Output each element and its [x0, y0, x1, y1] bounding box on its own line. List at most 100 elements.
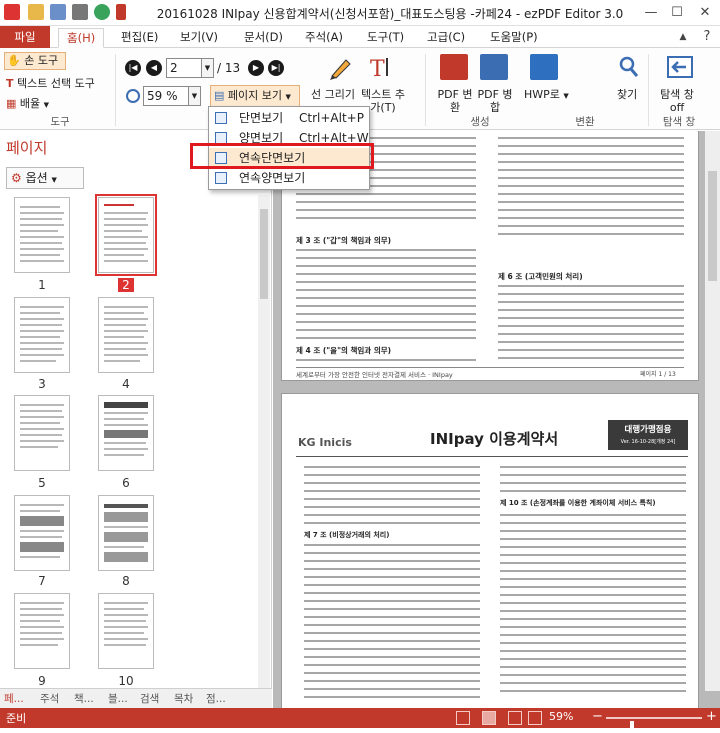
- svg-text:T: T: [370, 57, 385, 80]
- minimize-button[interactable]: —: [638, 2, 664, 24]
- page-thumbnail[interactable]: [98, 395, 154, 471]
- first-page-icon[interactable]: |◀: [125, 60, 141, 76]
- section-heading: 제 10 조 (손정계좌를 이용한 계좌이체 서비스 특칙): [500, 499, 656, 507]
- window-title: 20161028 INIpay 신용합계약서(신청서포함)_대표도스팅용 -카페…: [156, 7, 624, 21]
- group-separator: [115, 54, 116, 126]
- continuous-view-icon[interactable]: [482, 711, 496, 725]
- tab-blocks[interactable]: 블...: [108, 691, 128, 707]
- save-icon[interactable]: [50, 4, 66, 20]
- single-page-icon: [215, 112, 227, 124]
- ribbon-collapse-icon[interactable]: ▲: [670, 26, 696, 48]
- menu-item-single-page[interactable]: 단면보기 Ctrl+Alt+P: [209, 108, 369, 128]
- tab-annotations[interactable]: 주석: [40, 691, 59, 707]
- tab-toc[interactable]: 목차: [174, 691, 193, 707]
- text-cursor-icon: T: [6, 77, 14, 90]
- single-page-view-icon[interactable]: [456, 711, 470, 725]
- fit-width-icon[interactable]: [528, 711, 542, 725]
- maximize-button[interactable]: ☐: [664, 2, 690, 24]
- page-thumbnail-selected[interactable]: [95, 194, 157, 276]
- thumbnail-label: 4: [122, 377, 130, 391]
- tab-file[interactable]: 파일(F): [0, 26, 50, 66]
- menu-item-continuous-two[interactable]: 연속양면보기: [209, 168, 369, 188]
- arrange-button[interactable]: ▦ 배율 ▼: [6, 95, 49, 111]
- thumbnail-label: 6: [122, 476, 130, 490]
- page-thumbnail[interactable]: [14, 197, 70, 273]
- ribbon-tabs: 파일(F) 홈(H) 편집(E) 보기(V) 문서(D) 주석(A) 도구(T)…: [0, 26, 720, 66]
- tab-edit[interactable]: 편집(E): [113, 28, 166, 48]
- panel-title: 페이지: [6, 139, 48, 157]
- nav-group-label: 탐색 창: [662, 116, 696, 128]
- panel-scrollbar[interactable]: [258, 195, 270, 695]
- thumbnail-label-selected: 2: [118, 278, 134, 292]
- page-view-label: 페이지 보기: [227, 89, 283, 102]
- page-thumbnail[interactable]: [14, 495, 70, 571]
- document-scrollbar[interactable]: [705, 131, 720, 691]
- line-draw-button[interactable]: 선 그리기: [311, 88, 355, 101]
- thumbnail-label: 7: [38, 574, 46, 588]
- zoom-slider[interactable]: [606, 717, 702, 733]
- scrollbar-thumb[interactable]: [708, 171, 717, 281]
- tab-points[interactable]: 점...: [206, 691, 226, 707]
- page-thumbnail[interactable]: [14, 593, 70, 669]
- prev-page-icon[interactable]: ◀: [146, 60, 162, 76]
- tab-bookmarks[interactable]: 책...: [74, 691, 94, 707]
- menu-item-shortcut: Ctrl+Alt+P: [299, 111, 364, 125]
- nav-pane-off-button[interactable]: 탐색 창 off: [654, 88, 700, 114]
- page-number-input[interactable]: 2: [166, 58, 202, 78]
- hwp-convert-button[interactable]: HWP로 ▼: [524, 88, 569, 103]
- chevron-down-icon: ▼: [43, 101, 50, 109]
- tab-document[interactable]: 문서(D): [236, 28, 291, 48]
- two-page-view-icon[interactable]: [508, 711, 522, 725]
- tab-search[interactable]: 검색: [140, 691, 159, 707]
- tab-home[interactable]: 홈(H): [58, 28, 105, 48]
- options-label: 옵션: [25, 171, 48, 185]
- close-button[interactable]: ✕: [692, 2, 718, 24]
- zoom-out-icon[interactable]: [126, 89, 140, 103]
- tab-help[interactable]: 도움말(P): [482, 28, 546, 48]
- page-thumbnail[interactable]: [98, 593, 154, 669]
- pdf-convert-button[interactable]: PDF 변환: [437, 88, 473, 114]
- group-separator: [648, 54, 649, 126]
- zoom-slider-knob[interactable]: [629, 721, 634, 733]
- options-button[interactable]: ⚙ 옵션 ▼: [6, 167, 84, 189]
- page-number-footer: 페이지 1 / 13: [640, 371, 676, 378]
- zoom-input[interactable]: 59 %: [143, 86, 189, 106]
- scrollbar-thumb[interactable]: [260, 209, 268, 299]
- title-bar: 20161028 INIpay 신용합계약서(신청서포함)_대표도스팅용 -카페…: [0, 0, 720, 26]
- tab-tools[interactable]: 도구(T): [359, 28, 412, 48]
- text-select-button[interactable]: T 텍스트 선택 도구: [6, 75, 95, 91]
- document-view[interactable]: 제 3 조 ("갑"의 책임과 의무) 제 6 조 (고객민원의 처리) 제 4…: [273, 131, 720, 708]
- status-zoom: 59%: [549, 710, 574, 723]
- gear-icon: ⚙: [11, 171, 22, 185]
- arrange-icon: ▦: [6, 97, 17, 110]
- hand-tool-button[interactable]: ✋ 손 도구: [4, 52, 66, 70]
- thumbnail-label: 3: [38, 377, 46, 391]
- zoom-out-icon[interactable]: −: [592, 709, 603, 724]
- zoom-in-icon[interactable]: +: [706, 709, 717, 724]
- last-page-icon[interactable]: ▶|: [268, 60, 284, 76]
- status-text: 준비: [6, 712, 27, 725]
- tab-annotate[interactable]: 주석(A): [297, 28, 351, 48]
- customize-icon[interactable]: [116, 4, 126, 20]
- tab-advanced[interactable]: 고급(C): [419, 28, 473, 48]
- pdf-merge-button[interactable]: PDF 병합: [477, 88, 513, 114]
- zoom-dropdown[interactable]: ▼: [189, 86, 201, 106]
- section-heading: 제 6 조 (고객민원의 처리): [498, 272, 583, 281]
- page-thumbnail[interactable]: [98, 495, 154, 571]
- page-thumbnail[interactable]: [14, 297, 70, 373]
- tab-pages[interactable]: 페...: [4, 691, 24, 707]
- page-thumbnail[interactable]: [98, 297, 154, 373]
- page-thumbnail[interactable]: [14, 395, 70, 471]
- find-icon: [618, 54, 640, 80]
- next-page-icon[interactable]: ▶: [248, 60, 264, 76]
- version-badge: 대행가맹점용 Ver. 16-10-28[개정 24]: [608, 420, 688, 450]
- chevron-down-icon: ▼: [285, 93, 291, 101]
- help-icon[interactable]: ?: [694, 26, 720, 48]
- open-folder-icon[interactable]: [28, 4, 44, 20]
- refresh-icon[interactable]: [94, 4, 110, 20]
- find-button[interactable]: 찾기: [617, 88, 637, 101]
- page-number-dropdown[interactable]: ▼: [202, 58, 214, 78]
- tab-view[interactable]: 보기(V): [172, 28, 226, 48]
- page-view-button[interactable]: ▤ 페이지 보기 ▼: [210, 85, 300, 107]
- print-icon[interactable]: [72, 4, 88, 20]
